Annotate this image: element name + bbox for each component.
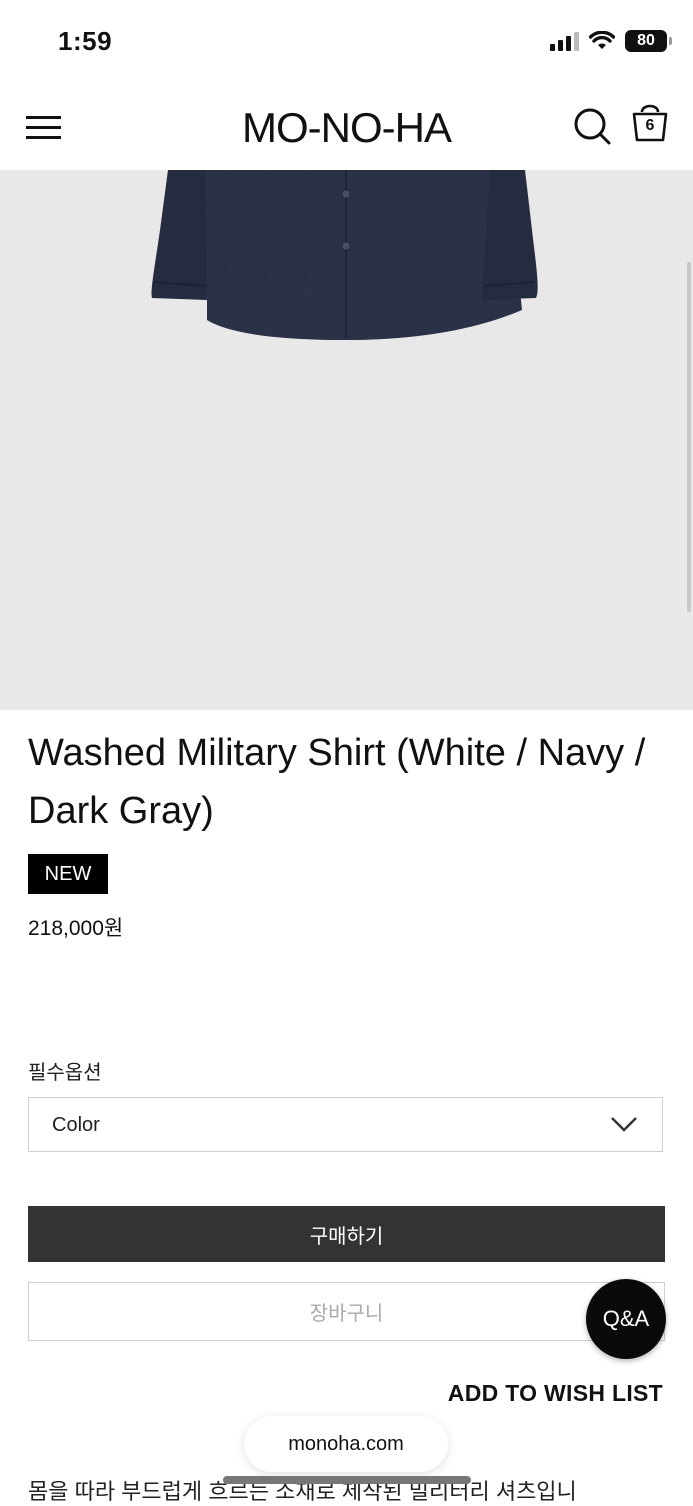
required-option-label: 필수옵션 <box>28 1062 102 1084</box>
shopping-bag-button[interactable]: 6 <box>630 100 670 144</box>
add-to-cart-button[interactable]: 장바구니 <box>28 1282 665 1341</box>
cellular-signal-icon <box>550 31 579 51</box>
search-icon[interactable] <box>572 106 612 146</box>
wifi-icon <box>589 31 615 49</box>
site-header: MO-NO-HA 6 <box>0 84 693 170</box>
home-indicator[interactable] <box>223 1476 471 1484</box>
shirt-image <box>151 170 538 340</box>
browser-url-bar[interactable]: monoha.com <box>244 1416 448 1472</box>
add-to-wishlist-link[interactable]: ADD TO WISH LIST <box>448 1380 663 1407</box>
color-select[interactable]: Color <box>28 1097 663 1152</box>
battery-icon: 80 <box>625 30 672 52</box>
chevron-down-icon <box>611 1117 637 1132</box>
new-badge: NEW <box>28 854 108 894</box>
status-bar: 1:59 80 <box>0 0 693 84</box>
product-price: 218,000원 <box>28 917 124 940</box>
status-time: 1:59 <box>58 26 113 56</box>
product-image[interactable] <box>0 170 693 710</box>
cart-count-badge: 6 <box>645 117 655 134</box>
qa-floating-button[interactable]: Q&A <box>586 1279 666 1359</box>
page-scrollbar[interactable] <box>687 262 691 612</box>
color-select-value: Color <box>52 1114 100 1136</box>
buy-now-button[interactable]: 구매하기 <box>28 1206 665 1262</box>
product-title: Washed Military Shirt (White / Navy / Da… <box>28 732 646 832</box>
status-icons: 80 <box>550 30 672 52</box>
